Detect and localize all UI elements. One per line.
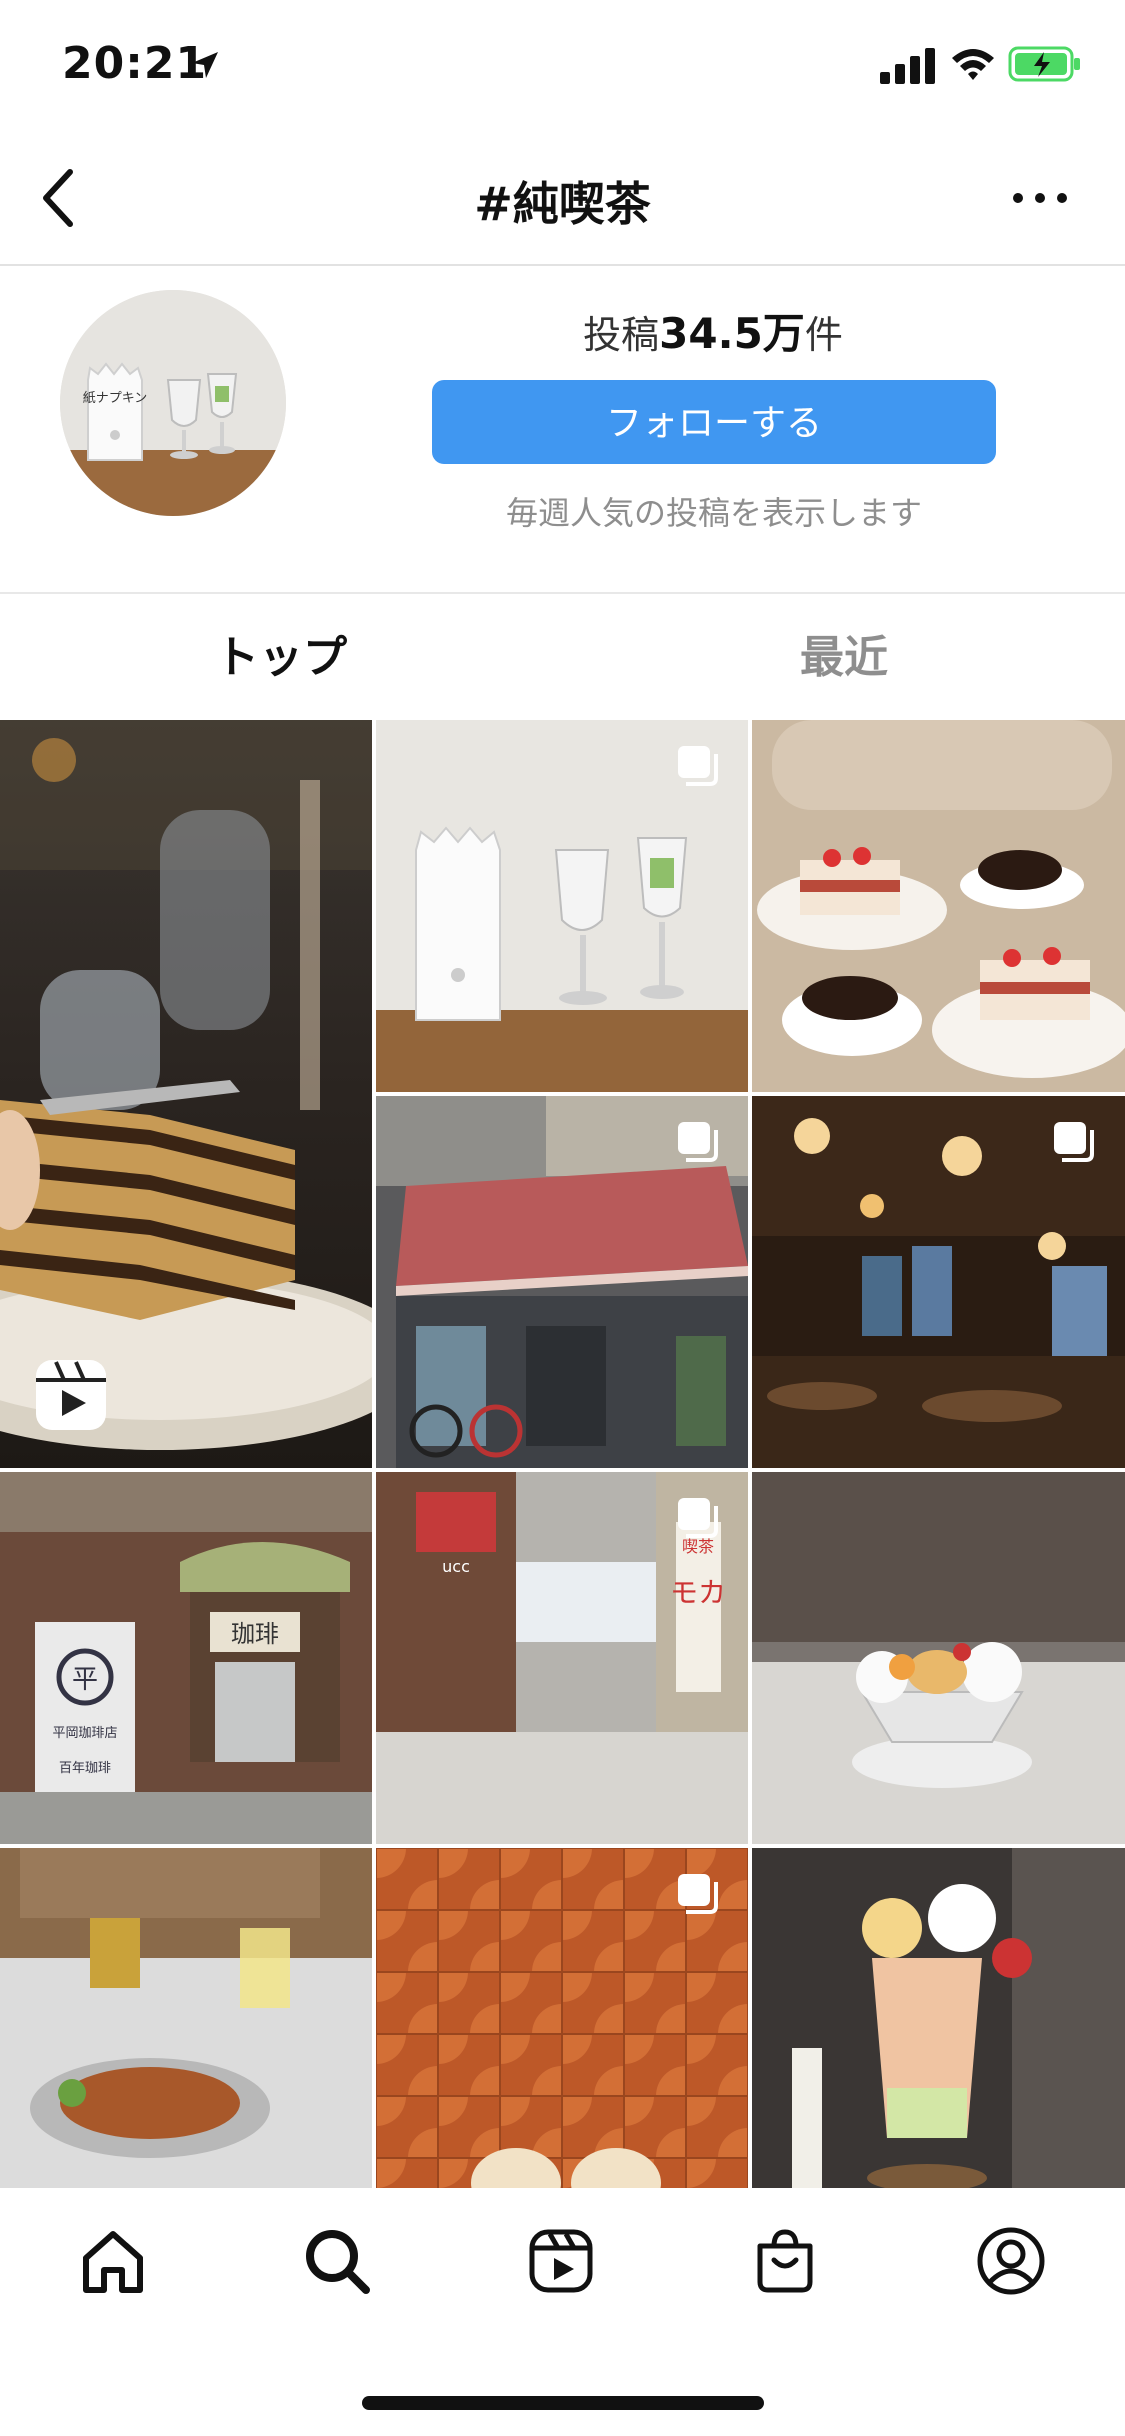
sign-hira: 平 [72,1665,98,1695]
feed-tabs: トップ 最近 [0,592,1125,722]
grid-post[interactable] [752,1096,1125,1468]
avatar-caption: 紙ナプキン [83,391,148,406]
status-bar: 20:21 [0,0,1125,132]
hashtag-avatar: 紙ナプキン [60,290,286,516]
weekly-hint: 毎週人気の投稿を表示します [505,494,922,532]
profile-icon[interactable] [974,2224,1048,2298]
grid-post[interactable] [752,720,1125,1092]
cellular-signal-icon [880,48,935,84]
page-title: #純喫茶 [474,177,651,231]
sign-moka: モカ [670,1576,726,1609]
multi-photo-icon [678,1122,718,1162]
posts-number: 34.5万 [659,309,805,358]
sign-hundred-years: 百年珈琲 [59,1761,111,1776]
wifi-icon [952,49,994,80]
coffeeshop-photo: 珈琲 平 平岡珈琲店 百年珈琲 [0,1472,372,1844]
grid-post[interactable]: 珈琲 平 平岡珈琲店 百年珈琲 [0,1472,372,1844]
grid-post[interactable] [376,720,748,1092]
tab-top[interactable]: トップ [0,594,562,722]
hashtag-header: #純喫茶 [0,132,1125,266]
cake-photo [0,720,372,1468]
posts-label: 投稿 [583,313,660,357]
grid-post[interactable] [376,1848,748,2188]
multi-photo-icon [678,1874,718,1914]
battery-icon [1008,46,1080,82]
cakes-photo [752,720,1125,1092]
follow-button[interactable]: フォローする [432,380,996,464]
home-icon[interactable] [76,2224,150,2298]
spaghetti-photo [0,1848,372,2188]
sign-ucc: ucc [442,1557,470,1576]
home-indicator[interactable] [362,2396,764,2410]
posts-grid: 珈琲 平 平岡珈琲店 百年珈琲 喫茶 モカ ucc [0,720,1125,2188]
multi-photo-icon [678,746,718,786]
search-icon[interactable] [300,2224,374,2298]
tab-recent[interactable]: 最近 [563,594,1125,722]
post-count: 投稿34.5万件 [430,300,996,361]
posts-unit: 件 [804,313,843,357]
grid-post[interactable] [376,1096,748,1468]
parfait-photo [752,1472,1125,1844]
reels-badge-icon [36,1360,106,1430]
shop-icon[interactable] [748,2224,822,2298]
grid-post[interactable] [0,720,372,1468]
grid-post[interactable] [0,1848,372,2188]
location-arrow-icon [192,52,218,78]
ellipsis-icon[interactable] [1010,180,1070,216]
reels-icon[interactable] [524,2224,598,2298]
multi-photo-icon [1054,1122,1094,1162]
sign-coffee: 珈琲 [231,1620,279,1648]
grid-post[interactable]: 喫茶 モカ ucc [376,1472,748,1844]
fruit-parfait-photo [752,1848,1125,2188]
grid-post[interactable] [752,1848,1125,2188]
status-time: 20:21 [62,38,208,89]
napkin-holder-illustration: 紙ナプキン [60,290,286,516]
sign-shop-name: 平岡珈琲店 [52,1726,117,1741]
multi-photo-icon [678,1498,718,1538]
grid-post[interactable] [752,1472,1125,1844]
